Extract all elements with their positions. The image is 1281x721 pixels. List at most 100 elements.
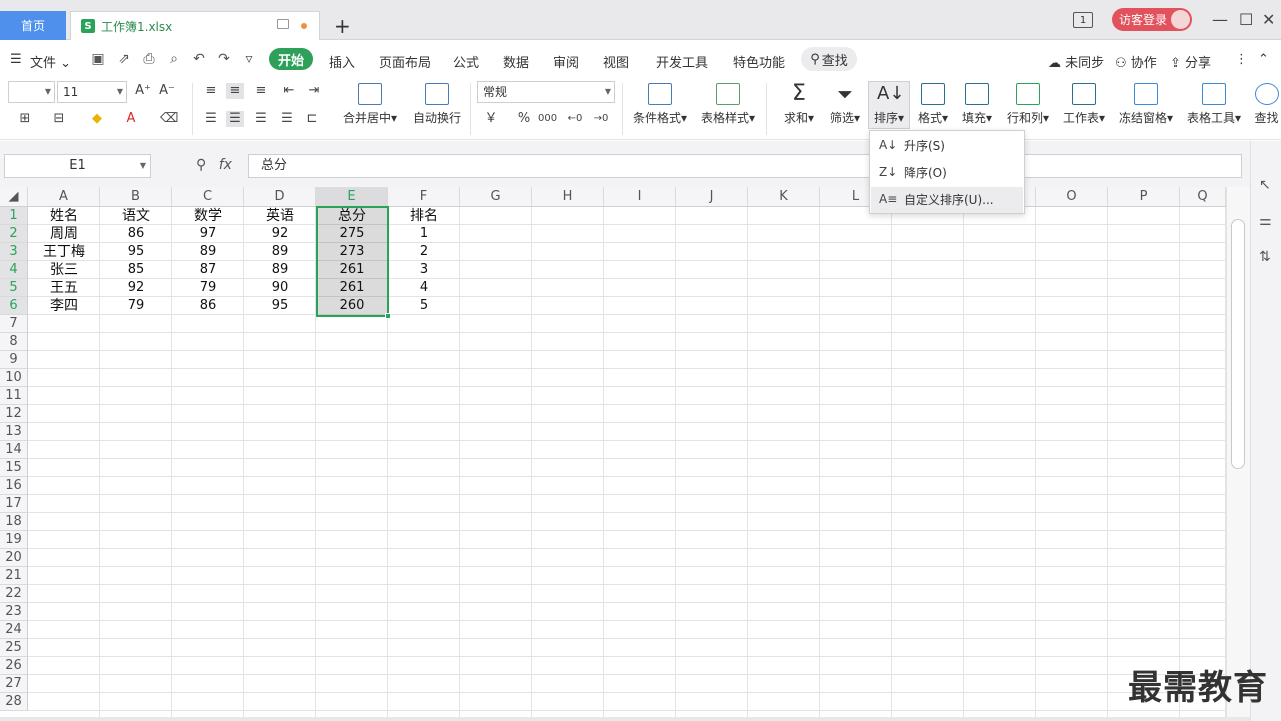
- cell-e4[interactable]: 261: [316, 261, 388, 279]
- cell-style-icon[interactable]: ⊟: [50, 111, 68, 127]
- menu-dev-tools[interactable]: 开发工具: [656, 52, 708, 71]
- hamburger-icon[interactable]: ☰: [10, 52, 22, 67]
- row-header-16[interactable]: 16: [0, 477, 28, 495]
- undo-icon[interactable]: ↶: [191, 51, 207, 67]
- cell-d1[interactable]: 英语: [244, 207, 316, 225]
- tab-workbook[interactable]: S 工作簿1.xlsx: [70, 11, 320, 40]
- formula-input[interactable]: 总分: [248, 154, 1242, 178]
- distribute-icon[interactable]: ⊏: [303, 111, 321, 127]
- format-button[interactable]: 格式▾: [914, 83, 952, 126]
- row-header-13[interactable]: 13: [0, 423, 28, 441]
- find-button[interactable]: 查找: [1252, 83, 1281, 126]
- indent-decrease-icon[interactable]: ⇤: [280, 83, 298, 99]
- row-header-9[interactable]: 9: [0, 351, 28, 369]
- search-button[interactable]: ⚲ 查找: [801, 47, 857, 71]
- menu-special[interactable]: 特色功能: [733, 52, 785, 71]
- font-name-select[interactable]: ▼: [8, 81, 55, 103]
- save-icon[interactable]: ▣: [90, 51, 106, 67]
- sort-ascending-item[interactable]: A↓ 升序(S): [871, 133, 1023, 159]
- row-header-25[interactable]: 25: [0, 639, 28, 657]
- cell-c4[interactable]: 87: [172, 261, 244, 279]
- font-color-icon[interactable]: A: [122, 111, 140, 127]
- increase-font-icon[interactable]: A⁺: [134, 83, 152, 99]
- cell-b6[interactable]: 79: [100, 297, 172, 315]
- transfer-icon[interactable]: ⇅: [1259, 249, 1271, 265]
- tab-home[interactable]: 首页: [0, 11, 66, 40]
- conditional-format-button[interactable]: 条件格式▾: [630, 83, 690, 126]
- row-header-24[interactable]: 24: [0, 621, 28, 639]
- cell-a2[interactable]: 周周: [28, 225, 100, 243]
- cell-d5[interactable]: 90: [244, 279, 316, 297]
- print-preview-icon[interactable]: ⌕: [166, 51, 182, 67]
- row-header-12[interactable]: 12: [0, 405, 28, 423]
- menu-insert[interactable]: 插入: [329, 52, 355, 71]
- cell-b4[interactable]: 85: [100, 261, 172, 279]
- close-button[interactable]: ✕: [1262, 10, 1275, 29]
- row-header-5[interactable]: 5: [0, 279, 28, 297]
- menu-file[interactable]: 文件 ⌄: [30, 52, 71, 71]
- cell-d4[interactable]: 89: [244, 261, 316, 279]
- cell-f1[interactable]: 排名: [388, 207, 460, 225]
- align-right-icon[interactable]: ☰: [252, 111, 270, 127]
- row-header-2[interactable]: 2: [0, 225, 28, 243]
- cell-b5[interactable]: 92: [100, 279, 172, 297]
- more-icon[interactable]: ⋮: [1235, 52, 1248, 67]
- maximize-button[interactable]: ☐: [1239, 10, 1253, 29]
- cell-d2[interactable]: 92: [244, 225, 316, 243]
- cursor-icon[interactable]: ↖: [1259, 177, 1271, 193]
- column-header-o[interactable]: O: [1036, 187, 1108, 207]
- scroll-thumb[interactable]: [1231, 219, 1245, 469]
- column-header-e[interactable]: E: [316, 187, 388, 207]
- add-tab-button[interactable]: +: [334, 14, 351, 38]
- name-box[interactable]: E1 ▼: [4, 154, 151, 178]
- cell-e1[interactable]: 总分: [316, 207, 388, 225]
- row-header-4[interactable]: 4: [0, 261, 28, 279]
- align-left-icon[interactable]: ☰: [202, 111, 220, 127]
- spreadsheet-grid[interactable]: ◢ ABCDEFGHIJKLMNOPQ 12345678910111213141…: [0, 187, 1226, 717]
- row-col-button[interactable]: 行和列▾: [1004, 83, 1052, 126]
- column-header-f[interactable]: F: [388, 187, 460, 207]
- monitor-icon[interactable]: [277, 19, 289, 29]
- cell-b1[interactable]: 语文: [100, 207, 172, 225]
- percent-icon[interactable]: %: [515, 111, 533, 127]
- border-icon[interactable]: ⊞: [16, 111, 34, 127]
- row-header-20[interactable]: 20: [0, 549, 28, 567]
- cell-a6[interactable]: 李四: [28, 297, 100, 315]
- indent-increase-icon[interactable]: ⇥: [305, 83, 323, 99]
- row-header-18[interactable]: 18: [0, 513, 28, 531]
- decrease-decimal-icon[interactable]: →0: [592, 111, 610, 127]
- fill-color-icon[interactable]: ◆: [88, 111, 106, 127]
- align-middle-icon[interactable]: ≡: [226, 83, 244, 99]
- settings-slider-icon[interactable]: ⚌: [1259, 213, 1272, 229]
- row-header-8[interactable]: 8: [0, 333, 28, 351]
- row-header-26[interactable]: 26: [0, 657, 28, 675]
- vertical-scrollbar[interactable]: [1226, 187, 1250, 717]
- row-header-17[interactable]: 17: [0, 495, 28, 513]
- row-header-19[interactable]: 19: [0, 531, 28, 549]
- customize-icon[interactable]: ▿: [241, 51, 257, 67]
- column-header-p[interactable]: P: [1108, 187, 1180, 207]
- decrease-font-icon[interactable]: A⁻: [158, 83, 176, 99]
- cell-b2[interactable]: 86: [100, 225, 172, 243]
- row-header-21[interactable]: 21: [0, 567, 28, 585]
- row-header-11[interactable]: 11: [0, 387, 28, 405]
- row-header-15[interactable]: 15: [0, 459, 28, 477]
- row-header-1[interactable]: 1: [0, 207, 28, 225]
- cell-a1[interactable]: 姓名: [28, 207, 100, 225]
- font-size-select[interactable]: 11 ▼: [57, 81, 127, 103]
- row-header-7[interactable]: 7: [0, 315, 28, 333]
- redo-icon[interactable]: ↷: [216, 51, 232, 67]
- align-bottom-icon[interactable]: ≡: [252, 83, 270, 99]
- menu-review[interactable]: 审阅: [553, 52, 579, 71]
- column-header-g[interactable]: G: [460, 187, 532, 207]
- column-header-b[interactable]: B: [100, 187, 172, 207]
- cell-d3[interactable]: 89: [244, 243, 316, 261]
- menu-formula[interactable]: 公式: [453, 52, 479, 71]
- cell-f6[interactable]: 5: [388, 297, 460, 315]
- cell-f5[interactable]: 4: [388, 279, 460, 297]
- cell-c6[interactable]: 86: [172, 297, 244, 315]
- cell-e3[interactable]: 273: [316, 243, 388, 261]
- cell-f3[interactable]: 2: [388, 243, 460, 261]
- cell-c1[interactable]: 数学: [172, 207, 244, 225]
- row-header-10[interactable]: 10: [0, 369, 28, 387]
